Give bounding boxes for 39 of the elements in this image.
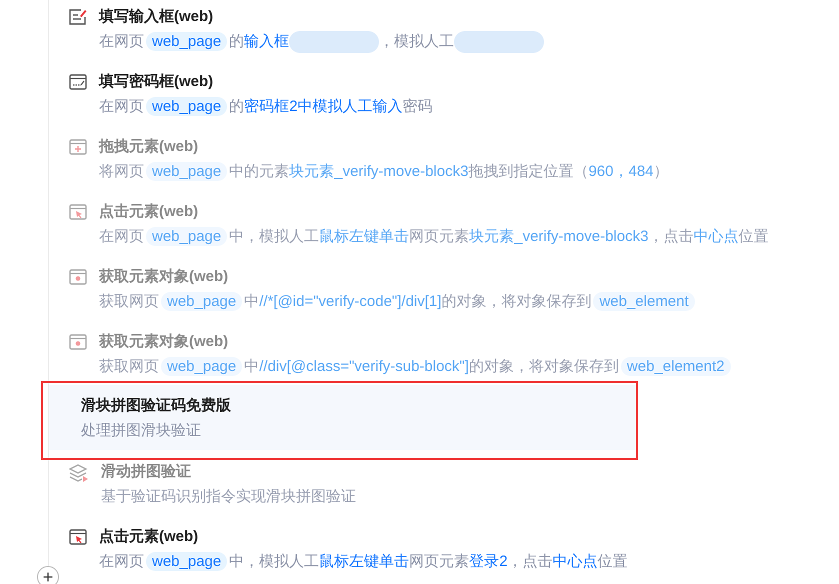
step-description: 在网页 web_page 中，模拟人工鼠标左键单击网页元素块元素_verify-move-block3，点击中心点位置 (99, 226, 768, 248)
step-description: 处理拼图滑块验证 (81, 421, 202, 441)
element-window-icon (69, 269, 87, 285)
step-item[interactable]: 滑块拼图验证码免费版 处理拼图滑块验证 (49, 385, 637, 450)
variable-chip: web_page (146, 227, 228, 246)
step-description: 在网页 web_page 中，模拟人工鼠标左键单击网页元素登录2，点击中心点位置 (99, 551, 628, 573)
step-title: 点击元素(web) (99, 202, 200, 222)
variable-chip: web_page (146, 32, 228, 51)
step-description: 将网页 web_page 中的元素块元素_verify-move-block3拖拽到指定位置（960，484） (99, 161, 669, 183)
edit-form-icon (69, 9, 87, 25)
variable-chip: web_page (161, 357, 242, 376)
variable-chip: web_page (146, 162, 228, 181)
step-description: 获取网页 web_page 中//*[@id="verify-code"]/div[1]的对象，将对象保存到 web_element (99, 290, 697, 314)
password-field-icon (69, 74, 87, 90)
variable-chip: web_page (146, 552, 228, 571)
element-window-icon (69, 334, 87, 350)
variable-chip: web_page (146, 97, 228, 116)
step-title: 滑块拼图验证码免费版 (81, 396, 231, 416)
click-window-icon (69, 204, 87, 220)
step-title: 获取元素对象(web) (99, 267, 230, 287)
step-description: 在网页 web_page 的密码框2中模拟人工输入密码 (99, 96, 433, 118)
step-title: 填写密码框(web) (99, 72, 214, 92)
add-button[interactable]: + (37, 566, 59, 584)
step-item[interactable]: 填写输入框(web) 在网页 web_page 的输入框 ，模拟人工 (49, 4, 839, 54)
step-title: 滑动拼图验证 (101, 462, 192, 482)
step-title: 点击元素(web) (99, 527, 200, 547)
drag-window-icon (69, 139, 87, 155)
step-description: 在网页 web_page 的输入框 ，模拟人工 (99, 30, 544, 54)
variable-chip: web_element (593, 292, 695, 311)
layers-icon (69, 464, 89, 482)
variable-chip: web_element2 (620, 357, 730, 376)
step-description: 获取网页 web_page 中//div[@class="verify-sub-block"]的对象，将对象保存到 web_element2 (99, 355, 732, 379)
click-window-icon (69, 529, 87, 545)
variable-chip: web_page (161, 292, 242, 311)
step-title: 拖拽元素(web) (99, 137, 200, 157)
step-title: 获取元素对象(web) (99, 332, 230, 352)
step-title: 填写输入框(web) (99, 7, 214, 27)
step-item[interactable]: 填写密码框(web) 在网页 web_page 的密码框2中模拟人工输入密码 (49, 69, 839, 119)
step-description: 基于验证码识别指令实现滑块拼图验证 (101, 487, 356, 507)
